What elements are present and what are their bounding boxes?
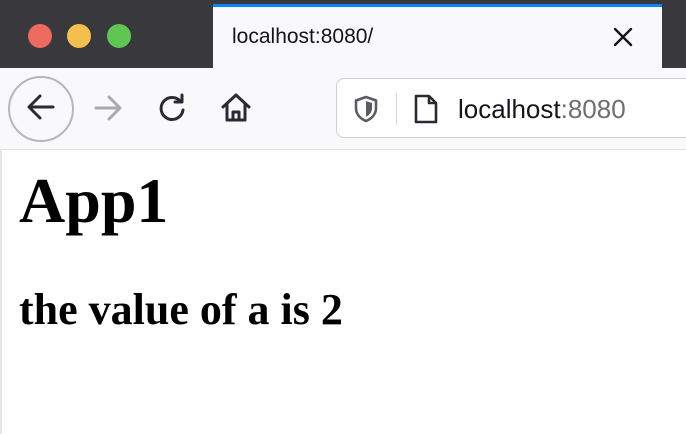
home-icon (219, 91, 253, 130)
tab-title: localhost:8080/ (232, 25, 374, 48)
back-arrow-icon (24, 90, 58, 129)
reload-icon (155, 91, 189, 130)
url-text[interactable]: localhost:8080 (458, 94, 626, 124)
page-subheading: the value of a is 2 (19, 285, 343, 334)
page-icon[interactable] (411, 93, 441, 125)
back-button[interactable] (8, 76, 74, 142)
close-icon[interactable] (609, 23, 637, 51)
window-close-button[interactable] (28, 24, 52, 48)
forward-arrow-icon (91, 91, 125, 130)
window-minimize-button[interactable] (67, 24, 91, 48)
navigation-toolbar: localhost:8080 (0, 68, 686, 150)
tab-strip: localhost:8080/ (0, 0, 686, 68)
url-bar[interactable]: localhost:8080 (336, 78, 686, 138)
window-maximize-button[interactable] (107, 24, 131, 48)
url-port: :8080 (560, 94, 626, 124)
tab-active[interactable]: localhost:8080/ (213, 4, 662, 68)
url-host: localhost (458, 94, 561, 124)
tracking-shield-icon[interactable] (351, 94, 381, 124)
tab-strip-end (662, 0, 686, 68)
browser-window: localhost:8080/ localhost:8080 App1 the … (0, 0, 686, 434)
home-button[interactable] (214, 88, 258, 132)
url-divider (396, 93, 397, 125)
forward-button[interactable] (86, 88, 130, 132)
page-heading: App1 (19, 165, 169, 236)
page-content: App1 the value of a is 2 (0, 150, 686, 434)
content-left-edge (0, 150, 2, 434)
reload-button[interactable] (150, 88, 194, 132)
